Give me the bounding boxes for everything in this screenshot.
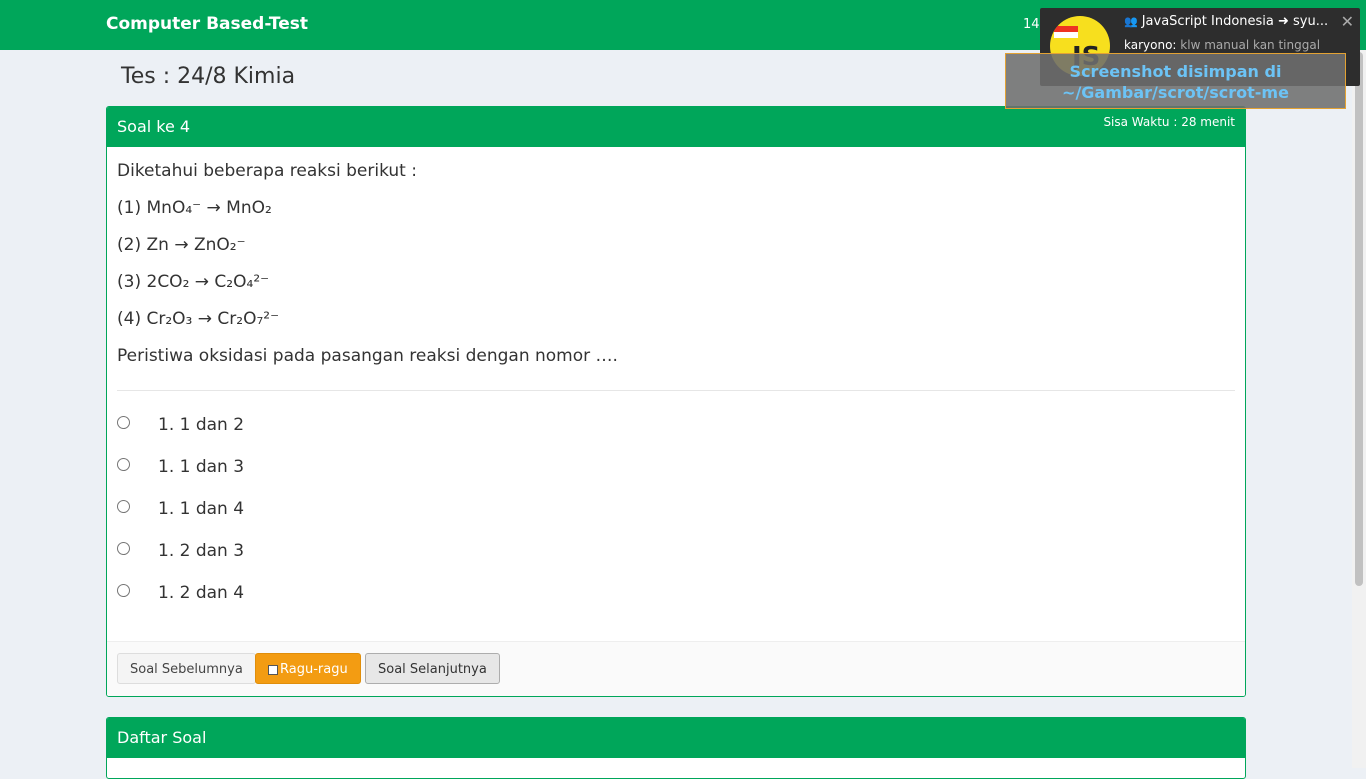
- question-text: Peristiwa oksidasi pada pasangan reaksi …: [117, 346, 618, 366]
- option-label[interactable]: 1. 1 dan 4: [158, 499, 244, 519]
- page-scrollbar[interactable]: [1352, 50, 1366, 768]
- brand-title[interactable]: Computer Based-Test: [106, 14, 308, 34]
- answer-option-2[interactable]: 1. 1 dan 3: [117, 457, 517, 482]
- reaction-formula: Cr₂O₃ → Cr₂O₇²⁻: [146, 309, 280, 329]
- screenshot-toast: Screenshot disimpan di ~/Gambar/scrot/sc…: [1005, 53, 1346, 109]
- option-label[interactable]: 1. 1 dan 3: [158, 457, 244, 477]
- notification-sender: karyono:: [1124, 38, 1177, 52]
- option-label[interactable]: 1. 1 dan 2: [158, 415, 244, 435]
- question-number: Soal ke 4: [117, 117, 191, 136]
- answer-option-5[interactable]: 1. 2 dan 4: [117, 583, 517, 608]
- option-radio[interactable]: [117, 584, 130, 597]
- doubt-checkbox[interactable]: [268, 664, 278, 675]
- option-label[interactable]: 1. 2 dan 4: [158, 583, 244, 603]
- notification-body: karyono: klw manual kan tinggal: [1124, 38, 1320, 52]
- option-radio[interactable]: [117, 542, 130, 555]
- remaining-time: Sisa Waktu : 28 menit: [1103, 115, 1235, 129]
- scrollbar-thumb[interactable]: [1355, 52, 1363, 586]
- reaction-number: (1): [117, 198, 142, 218]
- question-panel-footer: Soal Sebelumnya Ragu-ragu Soal Selanjutn…: [107, 641, 1245, 696]
- answer-option-1[interactable]: 1. 1 dan 2: [117, 415, 517, 440]
- close-icon[interactable]: ✕: [1341, 12, 1354, 31]
- option-radio[interactable]: [117, 458, 130, 471]
- group-icon: 👥: [1124, 15, 1138, 28]
- question-intro: Diketahui beberapa reaksi berikut :: [117, 161, 417, 181]
- reaction-3: (3) 2CO₂ → C₂O₄²⁻: [117, 270, 1235, 307]
- flag-white-stripe: [1054, 32, 1078, 38]
- reaction-4: (4) Cr₂O₃ → Cr₂O₇²⁻: [117, 307, 1235, 344]
- reaction-number: (3): [117, 272, 142, 292]
- question-list-panel: Daftar Soal: [106, 717, 1246, 779]
- question-panel: Soal ke 4 Sisa Waktu : 28 menit Diketahu…: [106, 106, 1246, 697]
- question-list-header: Daftar Soal: [107, 718, 1245, 758]
- question-body: Diketahui beberapa reaksi berikut : (1) …: [117, 159, 1235, 381]
- question-list-title: Daftar Soal: [117, 728, 207, 747]
- doubt-button[interactable]: Ragu-ragu: [255, 653, 361, 684]
- answer-option-4[interactable]: 1. 2 dan 3: [117, 541, 517, 566]
- reaction-2: (2) Zn → ZnO₂⁻: [117, 233, 1235, 270]
- previous-question-button[interactable]: Soal Sebelumnya: [117, 653, 256, 684]
- divider: [117, 390, 1235, 391]
- next-question-button[interactable]: Soal Selanjutnya: [365, 653, 500, 684]
- question-panel-header: Soal ke 4 Sisa Waktu : 28 menit: [107, 107, 1245, 147]
- reaction-number: (2): [117, 235, 142, 255]
- reaction-formula: 2CO₂ → C₂O₄²⁻: [146, 272, 270, 292]
- doubt-label: Ragu-ragu: [280, 662, 348, 677]
- option-radio[interactable]: [117, 416, 130, 429]
- option-label[interactable]: 1. 2 dan 3: [158, 541, 244, 561]
- notification-title-text: JavaScript Indonesia ➜ syu...: [1141, 14, 1329, 29]
- page-title: Tes : 24/8 Kimia: [121, 64, 296, 89]
- answer-option-3[interactable]: 1. 1 dan 4: [117, 499, 517, 524]
- reaction-number: (4): [117, 309, 142, 329]
- option-radio[interactable]: [117, 500, 130, 513]
- reaction-formula: Zn → ZnO₂⁻: [146, 235, 246, 255]
- reaction-formula: MnO₄⁻ → MnO₂: [146, 198, 272, 218]
- notification-title: 👥 JavaScript Indonesia ➜ syu...: [1124, 14, 1328, 29]
- reaction-1: (1) MnO₄⁻ → MnO₂: [117, 196, 1235, 233]
- notification-message: klw manual kan tinggal: [1180, 38, 1321, 52]
